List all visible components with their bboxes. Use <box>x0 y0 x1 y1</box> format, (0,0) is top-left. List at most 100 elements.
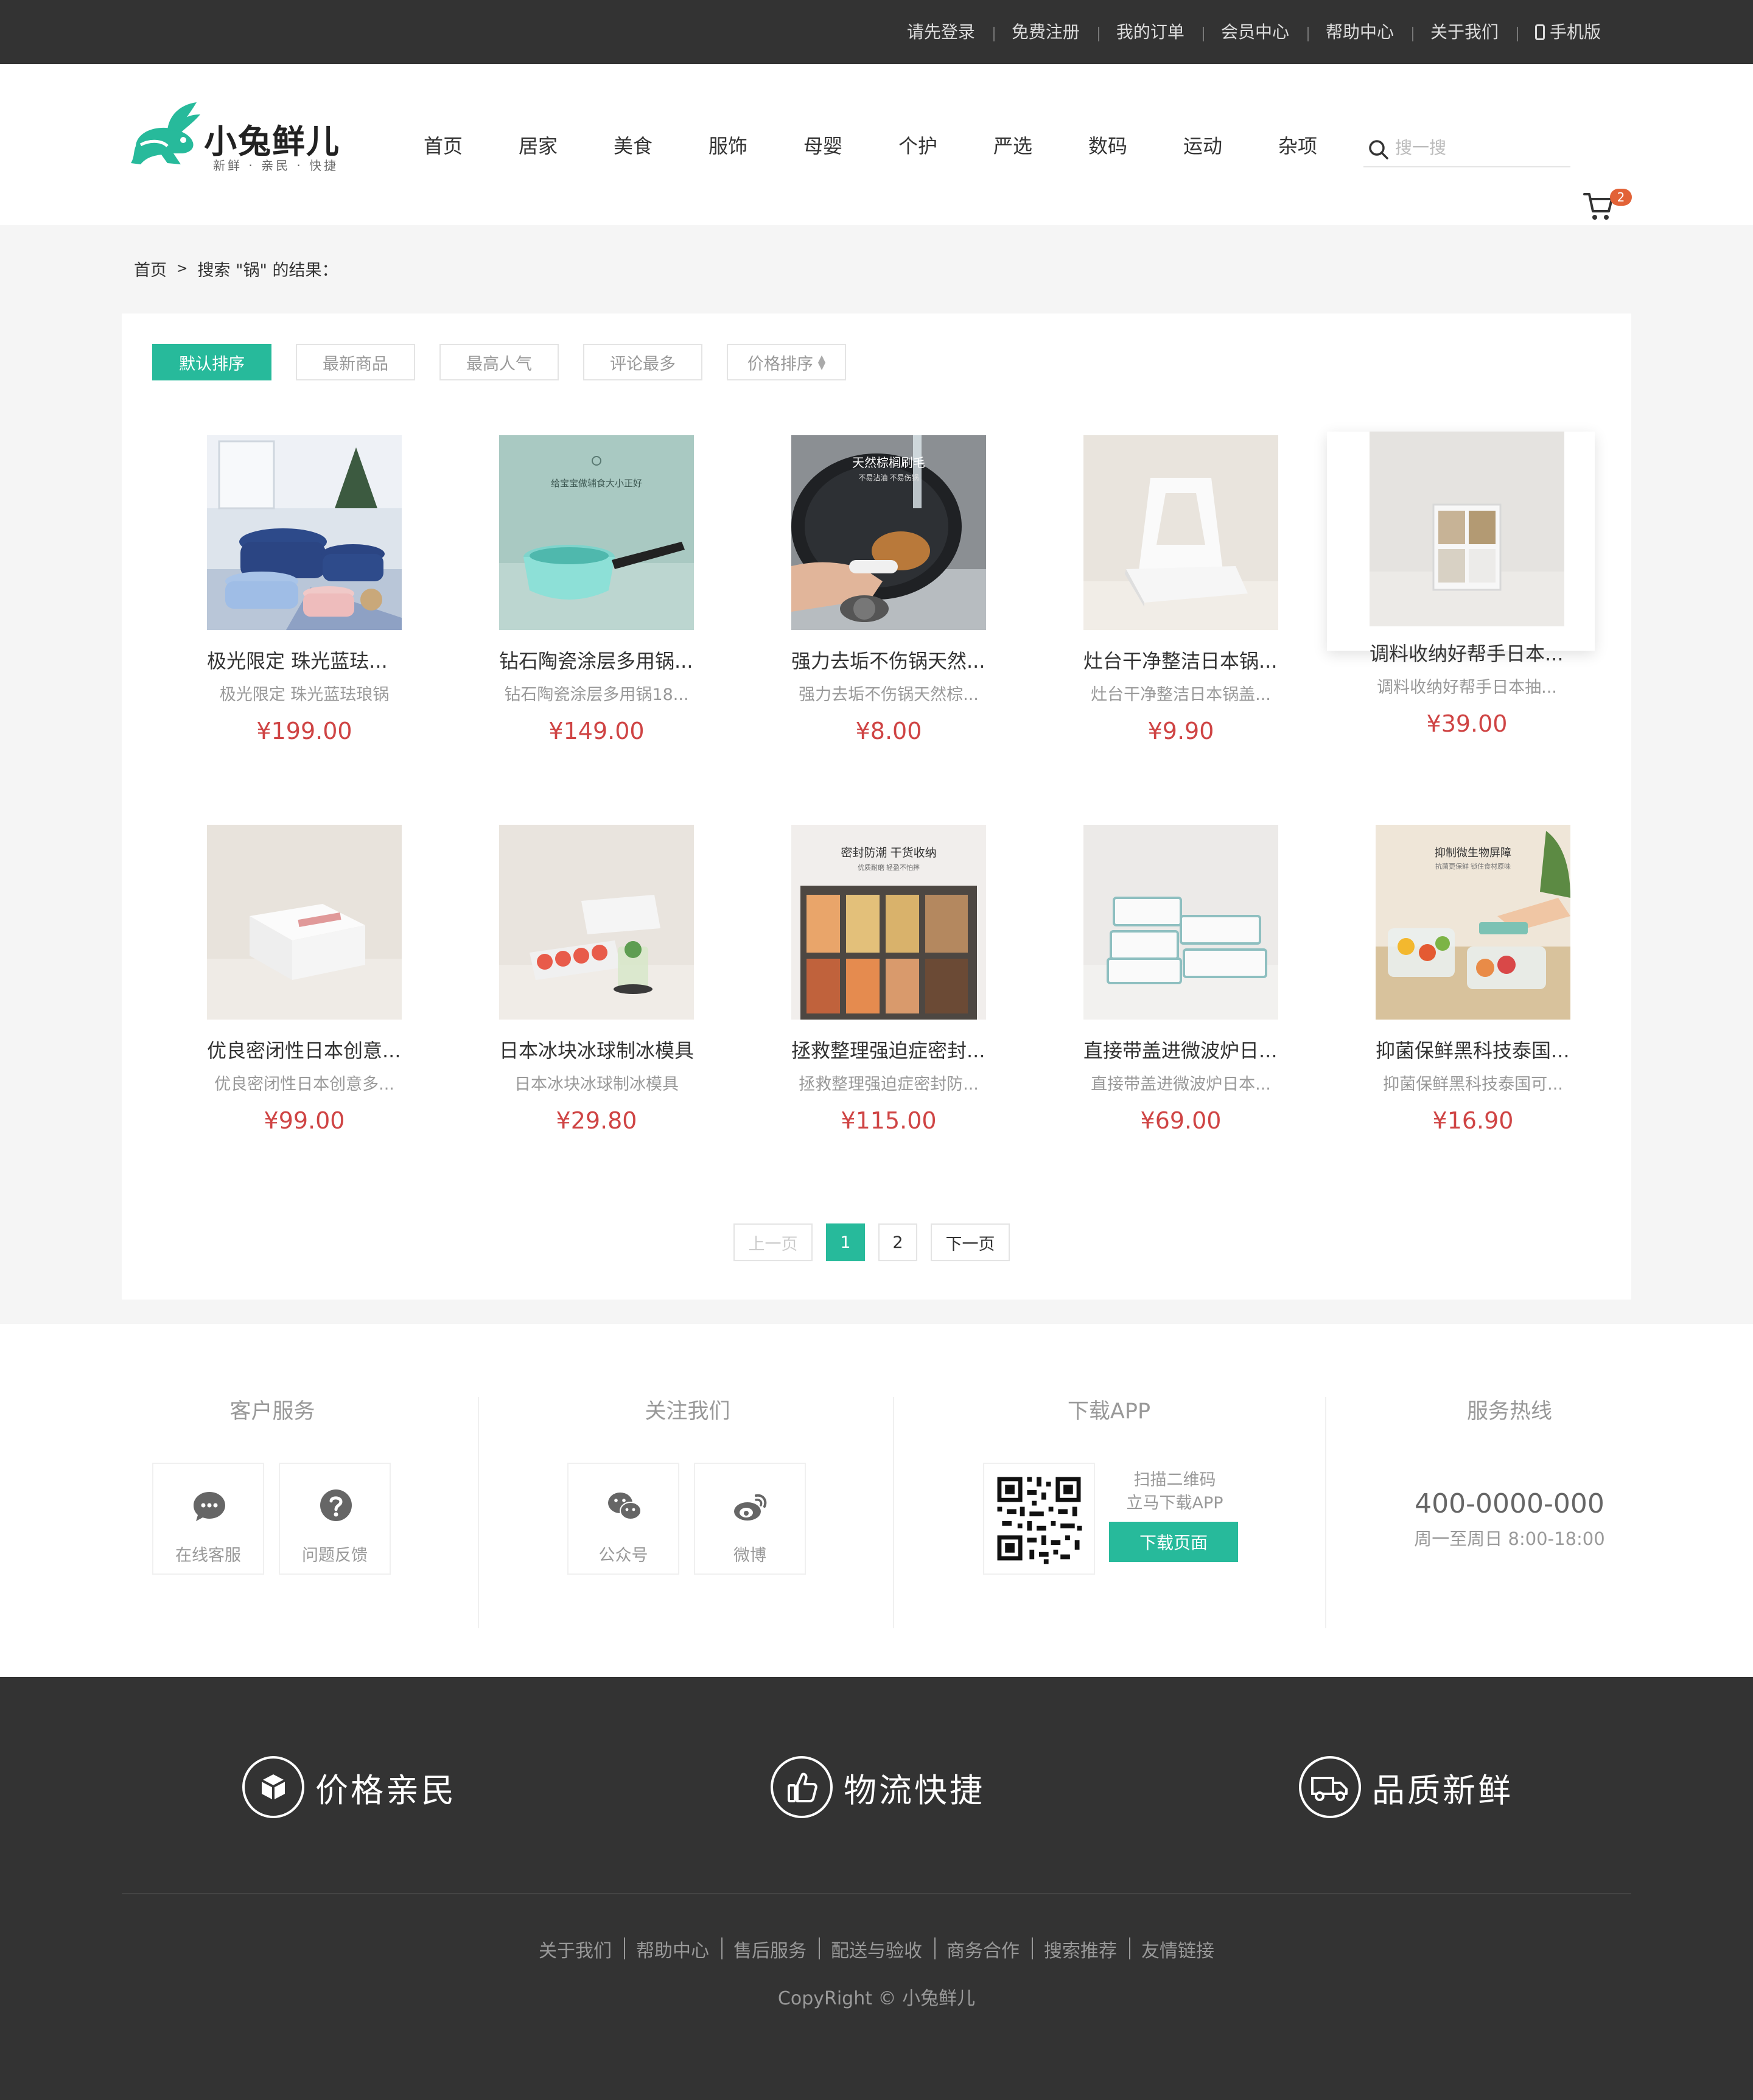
prev-page-button[interactable]: 上一页 <box>733 1223 813 1261</box>
customer-service-title: 客户服务 <box>229 1399 315 1424</box>
breadcrumb-home[interactable]: 首页 <box>134 257 167 281</box>
breadcrumb-current: 搜索 "锅" 的结果： <box>197 261 338 280</box>
goods-desc: 抑菌保鲜黑科技泰国可... <box>1383 1075 1563 1094</box>
nav-item-clothing[interactable]: 服饰 <box>681 131 775 159</box>
topbar-links: 请先登录 免费注册 我的订单 会员中心 帮助中心 关于我们 手机版 <box>889 0 1619 64</box>
customer-service-column: 客户服务 在线客服 问题反馈 <box>122 1324 479 1677</box>
column-divider <box>893 1397 894 1628</box>
next-page-button[interactable]: 下一页 <box>931 1223 1010 1261</box>
main-nav: 首页 居家 美食 服饰 母婴 个护 严选 数码 运动 杂项 <box>396 64 1345 225</box>
goods-price: ¥8.00 <box>855 718 922 744</box>
chevron-right-icon: > <box>177 261 188 276</box>
nav-item-personal-care[interactable]: 个护 <box>870 131 965 159</box>
goods-name: 直接带盖进微波炉日... <box>1083 1039 1278 1062</box>
contact-section: 客户服务 在线客服 问题反馈 关注我们 公众号 微博 下载APP 扫描二维码 立… <box>0 1324 1753 1677</box>
goods-item-hovered[interactable]: 调料收纳好帮手日本... 调料收纳好帮手日本抽... ¥39.00 <box>1327 432 1595 737</box>
question-icon <box>320 1489 352 1521</box>
search-icon[interactable] <box>1368 139 1389 160</box>
nav-item-digital[interactable]: 数码 <box>1060 131 1155 159</box>
goods-image-caption: 优质耐磨 轻盈不怕摔 <box>858 863 920 872</box>
goods-image-fresh-box: 抑制微生物屏障 抗菌更保鲜 锁住食材原味 <box>1376 825 1570 1020</box>
help-center-link[interactable]: 帮助中心 <box>1307 23 1412 41</box>
nav-item-baby[interactable]: 母婴 <box>775 131 870 159</box>
goods-item[interactable]: 日本冰块冰球制冰模具 日本冰块冰球制冰模具 ¥29.80 <box>457 825 724 1134</box>
goods-item[interactable]: 灶台干净整洁日本锅... 灶台干净整洁日本锅盖... ¥9.90 <box>1041 435 1309 744</box>
nav-item-misc[interactable]: 杂项 <box>1250 131 1345 159</box>
nav-item-home-living[interactable]: 居家 <box>491 131 586 159</box>
nav-item-food[interactable]: 美食 <box>586 131 681 159</box>
footer-links: 关于我们 帮助中心 售后服务 配送与验收 商务合作 搜索推荐 友情链接 <box>0 1936 1753 1962</box>
chat-bubble-icon <box>194 1492 225 1521</box>
sort-price-button[interactable]: 价格排序 ▲ ▼ <box>727 344 846 380</box>
sort-default-button[interactable]: 默认排序 <box>152 344 271 380</box>
footer-link-business[interactable]: 商务合作 <box>934 1936 1032 1962</box>
copyright: CopyRight © 小兔鲜儿 <box>777 1988 976 2009</box>
hotline-number: 400-0000-000 <box>1415 1488 1604 1519</box>
goods-image-microwave-boxes <box>1083 825 1278 1020</box>
goods-image-lid-stand <box>1083 435 1278 630</box>
goods-desc: 极光限定 珠光蓝珐琅锅 <box>219 685 390 704</box>
register-link[interactable]: 免费注册 <box>993 23 1098 41</box>
goods-desc: 直接带盖进微波炉日本... <box>1091 1075 1271 1094</box>
online-service-button[interactable]: 在线客服 <box>152 1463 264 1575</box>
goods-price: ¥16.90 <box>1432 1107 1514 1134</box>
footer-link-search-recommend[interactable]: 搜索推荐 <box>1032 1936 1129 1962</box>
member-center-link[interactable]: 会员中心 <box>1202 23 1307 41</box>
goods-item[interactable]: 天然棕榈刷毛 不易沾油 不易伤锅 强力去垢不伤锅天然... 强力去垢不伤锅天然棕… <box>749 435 1016 744</box>
goods-image-caption: 密封防潮 干货收纳 <box>841 846 936 859</box>
sort-newest-button[interactable]: 最新商品 <box>296 344 415 380</box>
footer-link-after-sales[interactable]: 售后服务 <box>721 1936 819 1962</box>
page-button-1[interactable]: 1 <box>826 1223 865 1261</box>
weibo-button[interactable]: 微博 <box>694 1463 806 1575</box>
pagination: 上一页 1 2 下一页 <box>733 1223 1023 1261</box>
goods-item[interactable]: 密封防潮 干货收纳 优质耐磨 轻盈不怕摔 拯救整理强迫症密封... 拯救整理强迫… <box>749 825 1016 1134</box>
goods-name: 钻石陶瓷涂层多用锅... <box>499 649 693 673</box>
goods-name: 强力去垢不伤锅天然... <box>791 649 985 673</box>
nav-item-home[interactable]: 首页 <box>396 131 491 159</box>
goods-item[interactable]: 直接带盖进微波炉日... 直接带盖进微波炉日本... ¥69.00 <box>1041 825 1309 1134</box>
goods-item[interactable]: 极光限定 珠光蓝珐... 极光限定 珠光蓝珐琅锅 ¥199.00 <box>164 435 432 744</box>
goods-name: 调料收纳好帮手日本... <box>1370 642 1564 665</box>
goods-image-caption: 抗菌更保鲜 锁住食材原味 <box>1435 862 1511 870</box>
goods-image-enamel-pot <box>207 435 402 630</box>
goods-image-caption: 抑制微生物屏障 <box>1435 847 1511 859</box>
footer-link-about[interactable]: 关于我们 <box>527 1936 624 1962</box>
breadcrumb: 首页 > 搜索 "锅" 的结果： <box>134 257 338 281</box>
my-orders-link[interactable]: 我的订单 <box>1097 23 1203 41</box>
mobile-version-link[interactable]: 手机版 <box>1516 23 1619 41</box>
goods-price: ¥199.00 <box>256 718 352 744</box>
promise-logistics-text: 物流快捷 <box>844 1771 985 1810</box>
footer-link-delivery[interactable]: 配送与验收 <box>819 1936 934 1962</box>
sort-popular-button[interactable]: 最高人气 <box>439 344 559 380</box>
feedback-button[interactable]: 问题反馈 <box>279 1463 391 1575</box>
sort-arrows-icon: ▲ ▼ <box>817 352 826 371</box>
about-us-link[interactable]: 关于我们 <box>1412 23 1517 41</box>
goods-name: 拯救整理强迫症密封... <box>791 1039 985 1062</box>
wechat-button[interactable]: 公众号 <box>567 1463 679 1575</box>
goods-desc: 调料收纳好帮手日本抽... <box>1377 678 1557 697</box>
logo-slogan: 新鲜 · 亲民 · 快捷 <box>213 158 339 173</box>
sort-comments-button[interactable]: 评论最多 <box>583 344 702 380</box>
goods-item[interactable]: 抑制微生物屏障 抗菌更保鲜 锁住食材原味 抑菌保鲜黑科技泰国... 抑菌保鲜黑科… <box>1333 825 1601 1134</box>
footer-divider <box>122 1893 1631 1894</box>
goods-image-ice-mold <box>499 825 694 1020</box>
goods-name: 灶台干净整洁日本锅... <box>1083 649 1278 673</box>
price-box-icon <box>242 1756 304 1818</box>
login-link[interactable]: 请先登录 <box>889 23 993 41</box>
search-input[interactable] <box>1395 136 1566 160</box>
goods-item[interactable]: 给宝宝做辅食大小正好 钻石陶瓷涂层多用锅... 钻石陶瓷涂层多用锅18... ¥… <box>457 435 724 744</box>
goods-image-spice-box <box>1370 432 1564 626</box>
search-results-panel: 默认排序 最新商品 最高人气 评论最多 价格排序 ▲ ▼ 极光限定 珠光蓝珐..… <box>122 313 1631 1300</box>
nav-item-sports[interactable]: 运动 <box>1155 131 1250 159</box>
weibo-icon <box>734 1494 767 1521</box>
download-page-button[interactable]: 下载页面 <box>1109 1522 1238 1562</box>
qr-code-image <box>983 1463 1095 1575</box>
footer-link-friends[interactable]: 友情链接 <box>1129 1936 1226 1962</box>
goods-price: ¥9.90 <box>1147 718 1214 744</box>
nav-item-selected[interactable]: 严选 <box>965 131 1060 159</box>
footer-link-help[interactable]: 帮助中心 <box>624 1936 721 1962</box>
page-button-2[interactable]: 2 <box>878 1223 917 1261</box>
goods-name: 优良密闭性日本创意... <box>207 1039 401 1062</box>
logo[interactable]: 小兔鲜儿 新鲜 · 亲民 · 快捷 <box>125 91 368 183</box>
goods-item[interactable]: 优良密闭性日本创意... 优良密闭性日本创意多... ¥99.00 <box>164 825 432 1134</box>
